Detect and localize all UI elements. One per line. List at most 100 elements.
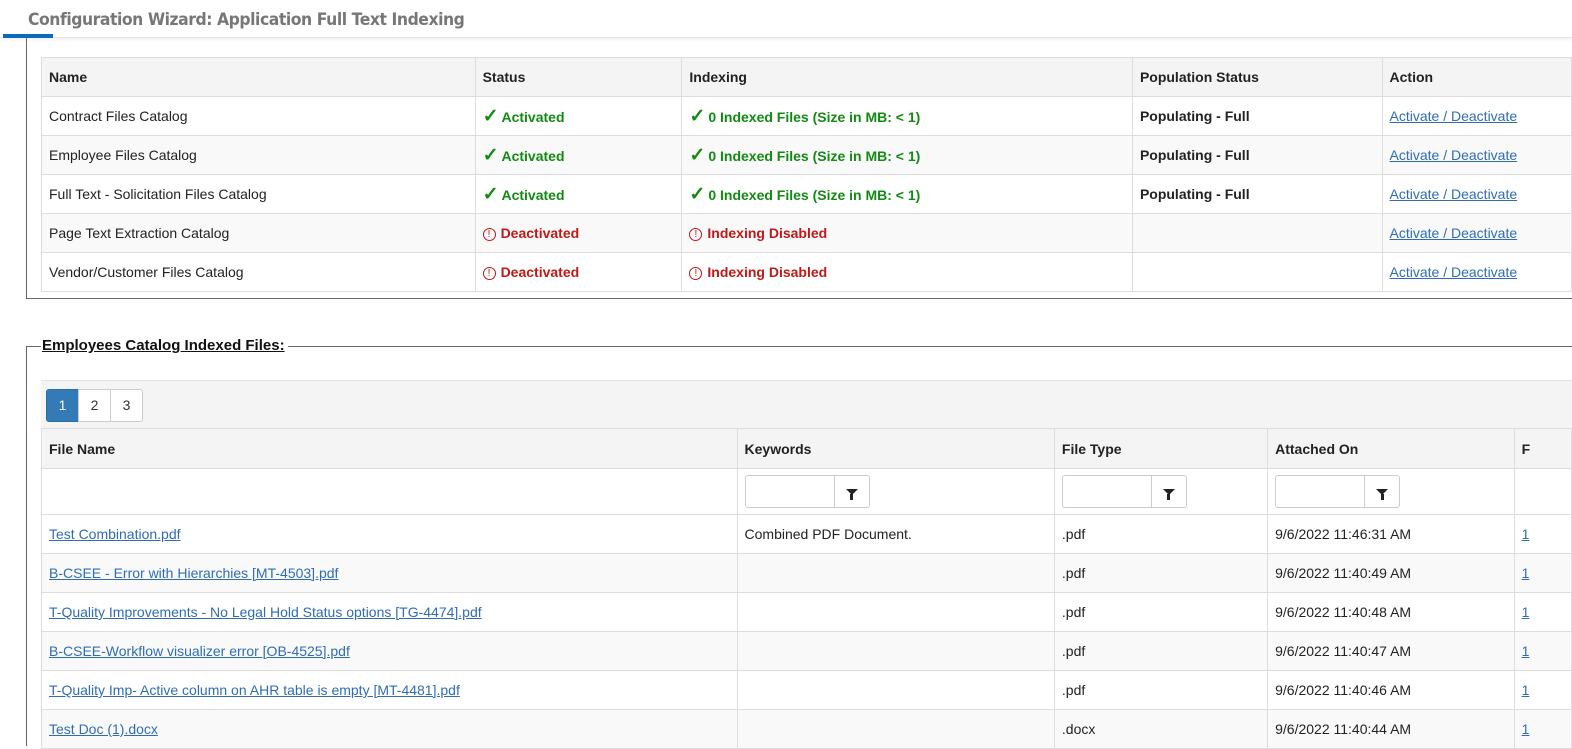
page-button-1[interactable]: 1: [46, 389, 79, 422]
extra-link[interactable]: 1: [1522, 643, 1530, 659]
page-header: Configuration Wizard: Application Full T…: [0, 0, 1572, 38]
column-header: Indexing: [681, 57, 1133, 97]
catalog-status: ✓ Activated: [474, 174, 683, 214]
file-name-cell: Test Combination.pdf: [41, 514, 738, 554]
action-cell: Activate / Deactivate: [1381, 252, 1572, 292]
file-name-cell: B-CSEE-Workflow visualizer error [OB-452…: [41, 631, 738, 671]
indexed-files-legend: Employees Catalog Indexed Files:: [41, 337, 288, 354]
table-row: Employee Files Catalog ✓ Activated ✓ 0 Index…: [41, 135, 1572, 175]
action-cell: Activate / Deactivate: [1381, 96, 1572, 136]
catalog-status: ! Deactivated: [474, 213, 683, 253]
table-row: Test Doc (1).docx .docx 9/6/2022 11:40:44 …: [41, 709, 1572, 749]
status-text: Activated: [501, 108, 565, 125]
file-name-cell: B-CSEE - Error with Hierarchies [MT-4503…: [41, 553, 738, 593]
page-button-2[interactable]: 2: [78, 389, 111, 422]
pager: 123: [46, 389, 143, 422]
file-type-filter-cell: [1053, 468, 1269, 515]
keywords-filter-cell: [736, 468, 1055, 515]
population-status: [1131, 213, 1383, 253]
keywords-filter-button[interactable]: [833, 476, 869, 507]
catalog-indexing: ! Indexing Disabled: [681, 252, 1133, 292]
population-status: [1131, 252, 1383, 292]
keywords: Combined PDF Document.: [736, 514, 1055, 554]
column-header[interactable]: File Type: [1053, 428, 1269, 469]
file-type: .docx: [1053, 709, 1269, 749]
check-icon: ✓: [482, 183, 499, 205]
keywords-filter: [744, 475, 870, 508]
status-text: Activated: [501, 147, 565, 164]
filter-icon: [845, 488, 858, 500]
table-row: Contract Files Catalog ✓ Activated ✓ 0 Index…: [41, 96, 1572, 136]
attached-on-filter-cell: [1267, 468, 1515, 515]
keywords: [736, 670, 1055, 710]
catalog-name: Vendor/Customer Files Catalog: [41, 252, 476, 292]
extra-link[interactable]: 1: [1522, 682, 1530, 698]
alert-circle-icon: !: [689, 267, 703, 280]
check-icon: ✓: [482, 144, 499, 166]
indexing-text: Indexing Disabled: [707, 225, 828, 241]
indexing-text: 0 Indexed Files (Size in MB: < 1): [708, 108, 921, 125]
population-status: Populating - Full: [1131, 135, 1383, 175]
alert-circle-icon: !: [689, 228, 703, 241]
file-name-cell: Test Doc (1).docx: [41, 709, 738, 749]
activate-deactivate-link[interactable]: Activate / Deactivate: [1390, 108, 1518, 124]
table-row: Page Text Extraction Catalog! Deactivated…: [41, 213, 1572, 253]
attached-on: 9/6/2022 11:40:44 AM: [1267, 709, 1515, 749]
check-icon: ✓: [482, 105, 499, 127]
keywords: [736, 631, 1055, 671]
file-type-filter-input[interactable]: [1062, 476, 1151, 507]
keywords-filter-input[interactable]: [745, 476, 834, 507]
activate-deactivate-link[interactable]: Activate / Deactivate: [1390, 147, 1518, 163]
keywords: [736, 709, 1055, 749]
file-link[interactable]: Test Combination.pdf: [49, 526, 181, 542]
file-name-filter-cell: [41, 468, 738, 515]
column-header[interactable]: F: [1513, 428, 1572, 469]
attached-on-filter-input[interactable]: [1276, 476, 1365, 507]
keywords: [736, 592, 1055, 632]
activate-deactivate-link[interactable]: Activate / Deactivate: [1390, 225, 1518, 241]
population-status: Populating - Full: [1131, 174, 1383, 214]
extra-link[interactable]: 1: [1522, 565, 1530, 581]
attached-on: 9/6/2022 11:40:48 AM: [1267, 592, 1515, 632]
file-type: .pdf: [1053, 592, 1269, 632]
file-name-cell: T-Quality Improvements - No Legal Hold S…: [41, 592, 738, 632]
attached-on: 9/6/2022 11:46:31 AM: [1267, 514, 1515, 554]
activate-deactivate-link[interactable]: Activate / Deactivate: [1390, 264, 1518, 280]
alert-circle-icon: !: [482, 267, 496, 280]
page-title: Configuration Wizard: Application Full T…: [28, 10, 465, 30]
extra-link[interactable]: 1: [1522, 526, 1530, 542]
keywords: [736, 553, 1055, 593]
extra-cell: 1: [1513, 670, 1572, 710]
status-text: Deactivated: [500, 225, 580, 241]
extra-filter-cell: [1513, 468, 1572, 515]
indexing-text: 0 Indexed Files (Size in MB: < 1): [708, 186, 921, 203]
catalog-name: Contract Files Catalog: [41, 96, 476, 136]
file-link[interactable]: Test Doc (1).docx: [49, 721, 158, 737]
file-link[interactable]: T-Quality Improvements - No Legal Hold S…: [49, 604, 482, 620]
extra-link[interactable]: 1: [1522, 721, 1530, 737]
file-link[interactable]: B-CSEE - Error with Hierarchies [MT-4503…: [49, 565, 338, 581]
file-link[interactable]: T-Quality Imp- Active column on AHR tabl…: [49, 682, 460, 698]
table-row: T-Quality Imp- Active column on AHR tabl…: [41, 670, 1572, 710]
page-button-3[interactable]: 3: [110, 389, 143, 422]
action-cell: Activate / Deactivate: [1381, 135, 1572, 175]
status-text: Activated: [501, 186, 565, 203]
file-type-filter-button[interactable]: [1150, 476, 1186, 507]
extra-link[interactable]: 1: [1522, 604, 1530, 620]
check-icon: ✓: [689, 105, 706, 127]
column-header[interactable]: Keywords: [736, 428, 1055, 469]
catalog-status: ✓ Activated: [474, 96, 683, 136]
file-type: .pdf: [1053, 670, 1269, 710]
catalog-name: Page Text Extraction Catalog: [41, 213, 476, 253]
attached-on: 9/6/2022 11:40:47 AM: [1267, 631, 1515, 671]
file-link[interactable]: B-CSEE-Workflow visualizer error [OB-452…: [49, 643, 350, 659]
column-header[interactable]: File Name: [41, 428, 738, 469]
column-header: Population Status: [1131, 57, 1383, 97]
attached-on-filter-button[interactable]: [1364, 476, 1399, 507]
attached-on-filter: [1275, 475, 1401, 508]
catalog-status: ✓ Activated: [474, 135, 683, 175]
column-header[interactable]: Attached On: [1267, 428, 1515, 469]
check-icon: ✓: [689, 183, 706, 205]
activate-deactivate-link[interactable]: Activate / Deactivate: [1390, 186, 1518, 202]
file-type: .pdf: [1053, 514, 1269, 554]
